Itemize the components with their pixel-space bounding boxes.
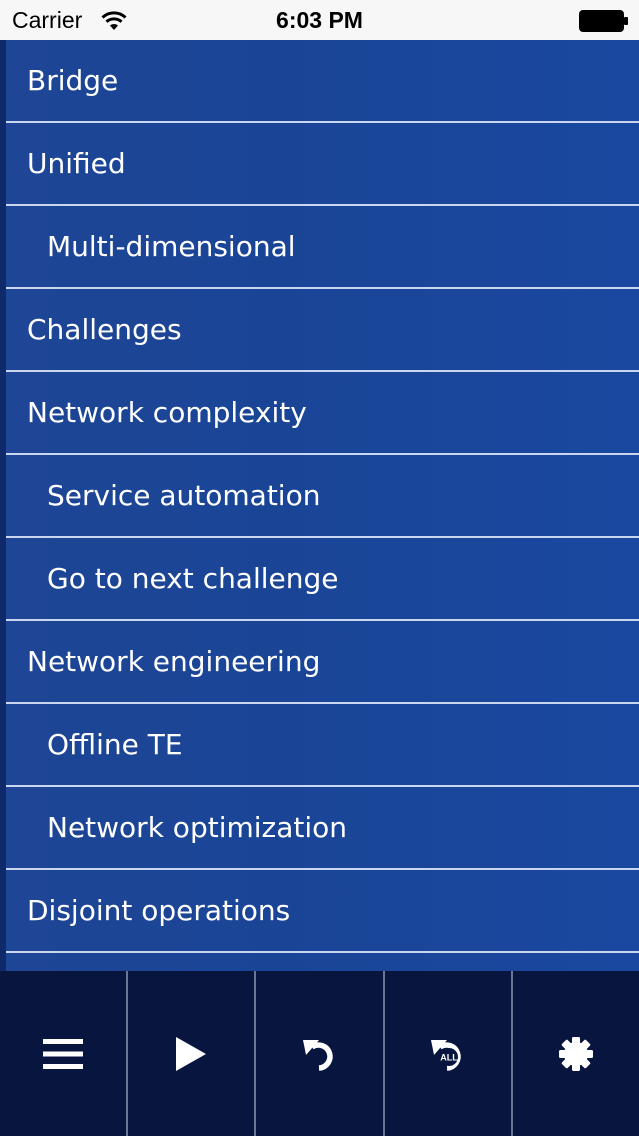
- play-button[interactable]: [128, 971, 257, 1136]
- menu-item[interactable]: Service automation: [6, 455, 639, 538]
- undo-icon: [302, 1039, 333, 1071]
- replay-all-icon: ALL: [430, 1039, 461, 1071]
- battery-icon: [579, 10, 628, 32]
- menu-button[interactable]: [0, 971, 129, 1136]
- menu-item[interactable]: Unified: [6, 123, 639, 206]
- slide-menu-list[interactable]: Bridge Unified Multi-dimensional Challenges…: [0, 40, 639, 971]
- menu-item[interactable]: Disjoint operations: [6, 870, 639, 953]
- menu-item[interactable]: Go to next challenge: [6, 538, 639, 621]
- play-icon: [176, 1036, 207, 1071]
- menu-item[interactable]: Network engineering: [6, 621, 639, 704]
- menu-item[interactable]: Bridge: [6, 40, 639, 123]
- menu-item[interactable]: Network complexity: [6, 372, 639, 455]
- menu-item[interactable]: Challenges: [6, 289, 639, 372]
- hamburger-icon: [43, 1038, 84, 1069]
- menu-item[interactable]: Multi-dimensional: [6, 206, 639, 289]
- replay-all-badge: ALL: [440, 1052, 458, 1062]
- replay-button[interactable]: [256, 971, 385, 1136]
- menu-item[interactable]: Network optimization: [6, 787, 639, 870]
- bottom-toolbar: ALL: [0, 971, 639, 1136]
- menu-item[interactable]: Go to challenge: [6, 953, 639, 971]
- menu-item[interactable]: Offline TE: [6, 704, 639, 787]
- status-time: 6:03 PM: [276, 7, 363, 33]
- gear-icon: [558, 1036, 593, 1071]
- status-bar: Carrier 6:03 PM: [0, 0, 639, 40]
- replay-all-button[interactable]: ALL: [385, 971, 513, 1136]
- settings-button[interactable]: [513, 971, 639, 1136]
